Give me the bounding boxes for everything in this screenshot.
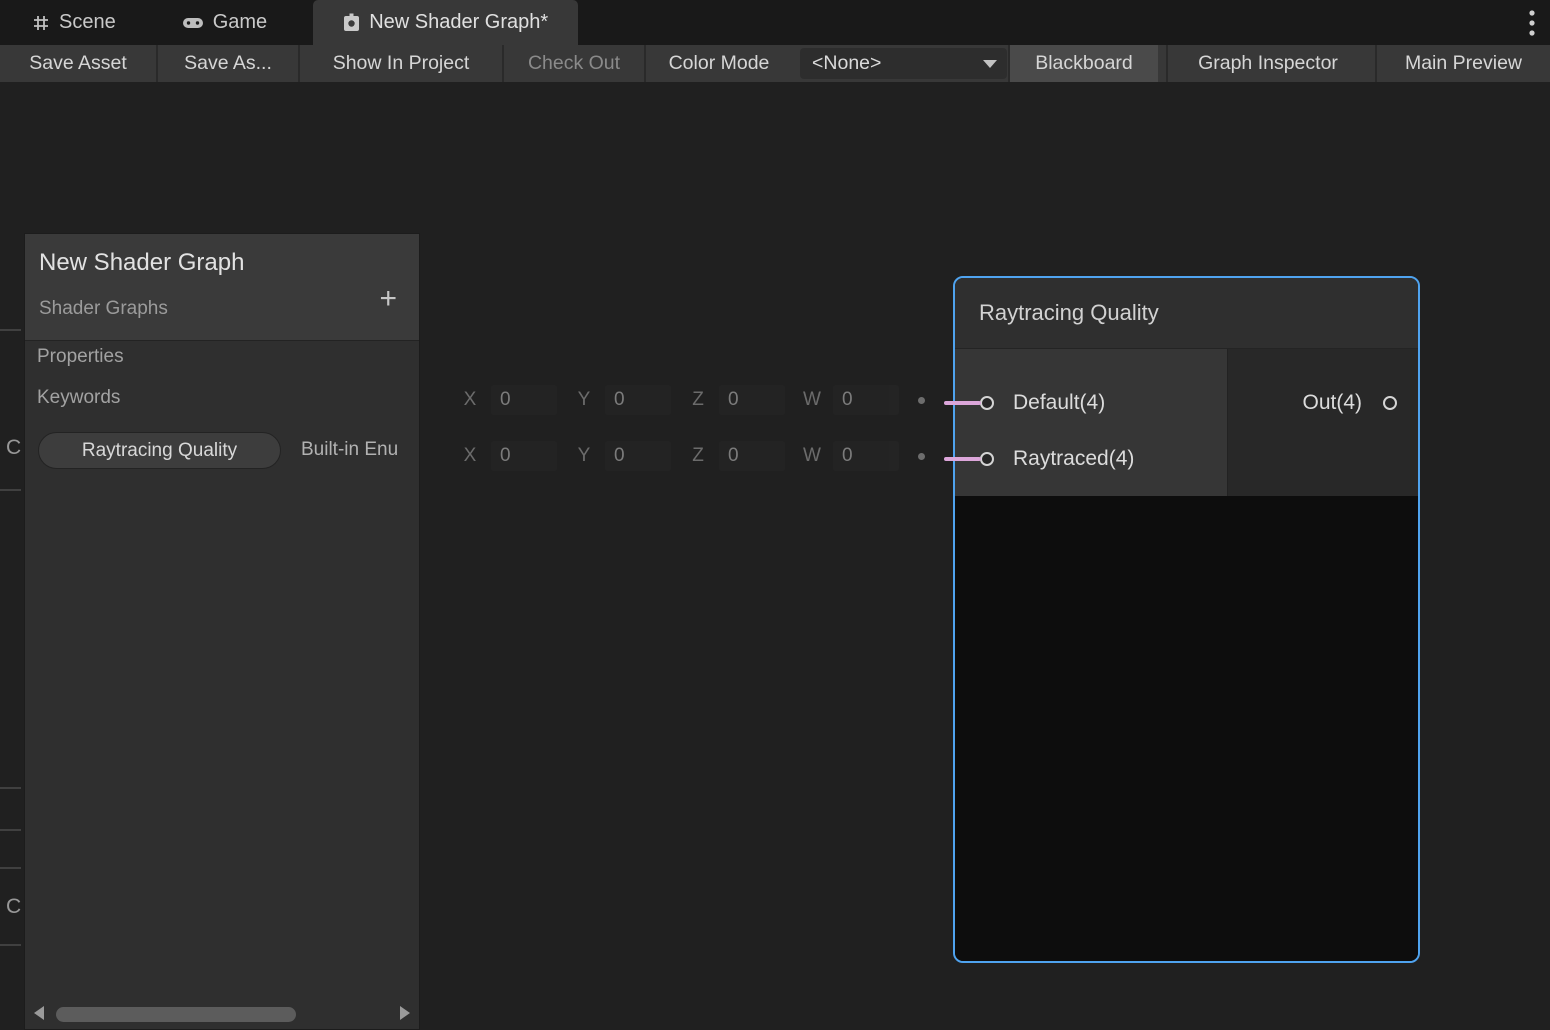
tab-game-label: Game <box>213 11 267 34</box>
shader-graph-toolbar: Save Asset Save As... Show In Project Ch… <box>0 45 1550 82</box>
clipped-node-divider <box>0 867 21 869</box>
field-value-z[interactable]: 0 <box>719 441 785 471</box>
tab-scene[interactable]: Scene <box>6 0 142 45</box>
field-label-w: W <box>797 445 827 467</box>
clipped-node-divider <box>0 944 21 946</box>
clipped-node-divider <box>0 787 21 789</box>
scrollbar-left-arrow[interactable] <box>34 1006 44 1020</box>
node-input-section <box>955 349 1228 496</box>
save-as-button[interactable]: Save As... <box>158 45 298 82</box>
clipped-node-label: C <box>6 436 21 460</box>
color-mode-label: Color Mode <box>648 45 790 82</box>
input-port-default[interactable] <box>980 396 994 410</box>
field-label-w: W <box>797 389 827 411</box>
add-property-button[interactable]: + <box>379 284 397 314</box>
keyword-type-label: Built-in Enu <box>301 439 398 461</box>
main-preview-toggle-button[interactable]: Main Preview <box>1377 45 1550 82</box>
node-title: Raytracing Quality <box>955 278 1418 349</box>
field-value-x[interactable]: 0 <box>491 441 557 471</box>
input-port-default-label: Default(4) <box>1013 390 1105 416</box>
field-value-y[interactable]: 0 <box>605 385 671 415</box>
clipped-node-divider <box>0 329 21 331</box>
tab-scene-label: Scene <box>59 11 116 34</box>
field-value-w[interactable]: 0 <box>833 441 899 471</box>
chevron-down-icon <box>983 60 997 68</box>
clipped-node-divider <box>0 489 21 491</box>
field-label-x: X <box>455 445 485 467</box>
scrollbar-right-arrow[interactable] <box>400 1006 410 1020</box>
window-menu-button[interactable] <box>1528 8 1536 43</box>
gamepad-icon <box>182 15 204 31</box>
field-value-z[interactable]: 0 <box>719 385 785 415</box>
tab-game[interactable]: Game <box>156 0 293 45</box>
shader-graph-icon <box>343 13 360 32</box>
output-port-out[interactable] <box>1383 396 1397 410</box>
clipped-node-divider <box>0 829 21 831</box>
field-label-z: Z <box>683 445 713 467</box>
field-value-y[interactable]: 0 <box>605 441 671 471</box>
check-out-button: Check Out <box>504 45 644 82</box>
color-mode-dropdown[interactable]: <None> <box>800 48 1007 79</box>
clipped-node-label: C <box>6 895 21 919</box>
scene-grid-icon <box>32 14 50 32</box>
blackboard-panel: New Shader Graph Shader Graphs + Propert… <box>24 233 420 1030</box>
blackboard-subtitle: Shader Graphs <box>39 298 168 320</box>
field-label-z: Z <box>683 389 713 411</box>
color-mode-dropdown-value: <None> <box>812 52 881 75</box>
edge-to-default-port[interactable] <box>944 401 981 405</box>
vector4-input-row: X 0 Y 0 Z 0 W 0 <box>443 440 899 472</box>
field-value-w[interactable]: 0 <box>833 385 899 415</box>
field-value-x[interactable]: 0 <box>491 385 557 415</box>
field-label-y: Y <box>569 445 599 467</box>
section-keywords[interactable]: Keywords <box>37 387 120 409</box>
node-preview-area <box>955 496 1418 961</box>
edge-to-raytraced-port[interactable] <box>944 457 981 461</box>
vector4-input-row: X 0 Y 0 Z 0 W 0 <box>443 384 899 416</box>
input-port-raytraced[interactable] <box>980 452 994 466</box>
collapsed-port-dot <box>918 453 925 460</box>
blackboard-title: New Shader Graph <box>39 249 244 277</box>
field-label-x: X <box>455 389 485 411</box>
section-properties[interactable]: Properties <box>37 346 124 368</box>
show-in-project-button[interactable]: Show In Project <box>300 45 502 82</box>
field-label-y: Y <box>569 389 599 411</box>
input-port-raytraced-label: Raytraced(4) <box>1013 446 1134 472</box>
blackboard-toggle-button[interactable]: Blackboard <box>1010 45 1158 82</box>
tab-shader-graph-label: New Shader Graph* <box>369 11 548 34</box>
kebab-menu-icon <box>1528 8 1536 38</box>
node-port-area: Default(4) Raytraced(4) Out(4) <box>955 349 1418 496</box>
output-port-label: Out(4) <box>1302 390 1362 416</box>
blackboard-header[interactable]: New Shader Graph Shader Graphs + <box>25 234 419 341</box>
tab-new-shader-graph[interactable]: New Shader Graph* <box>313 0 578 45</box>
graph-inspector-toggle-button[interactable]: Graph Inspector <box>1168 45 1368 82</box>
save-asset-button[interactable]: Save Asset <box>0 45 156 82</box>
editor-tab-bar: Scene Game New Shader Graph* <box>0 0 1550 45</box>
toolbar-separator <box>644 45 646 82</box>
keyword-raytracing-quality[interactable]: Raytracing Quality <box>38 432 281 469</box>
raytracing-quality-node[interactable]: Raytracing Quality Default(4) Raytraced(… <box>953 276 1420 963</box>
collapsed-port-dot <box>918 397 925 404</box>
scrollbar-thumb[interactable] <box>56 1007 296 1022</box>
